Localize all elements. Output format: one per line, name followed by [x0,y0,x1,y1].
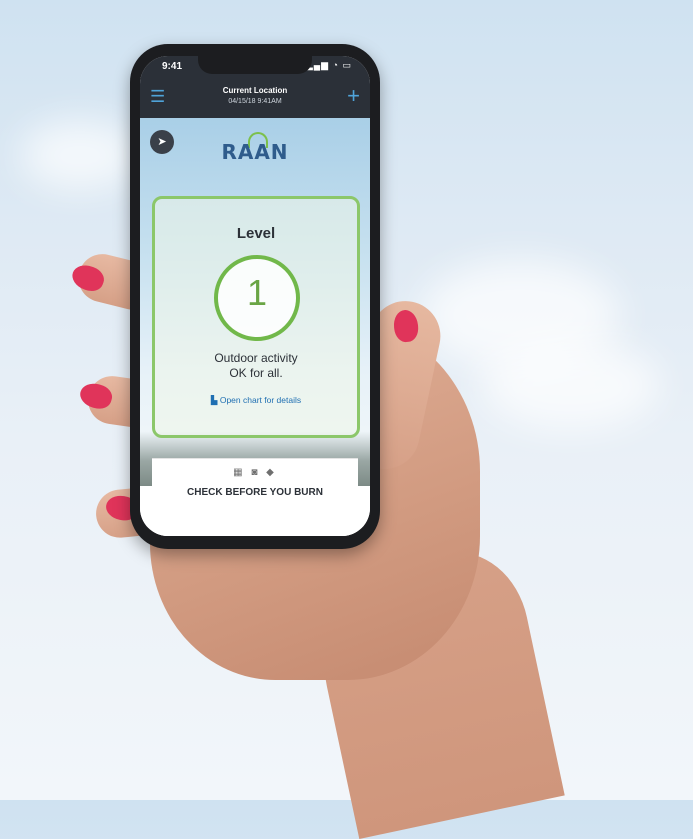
banner-icons: ▦ ◙ ◆ [233,467,277,478]
open-chart-label: Open chart for details [219,395,302,405]
phone-screen: 9:41 ▂▄▆ ◔ ▭ ☰ Current Location 04/15/18… [140,56,370,536]
message-line1: Outdoor activity [214,351,298,365]
app-header: ☰ Current Location 04/15/18 9:41AM + [140,78,370,118]
app-logo: RAAN [221,140,289,164]
open-chart-link[interactable]: ▙ Open chart for details [155,395,357,406]
home-indicator[interactable] [220,523,290,526]
air-quality-card: Level 1 Outdoor activity OK for all. ▙ O… [152,196,360,438]
chart-icon: ▙ [210,395,218,405]
banner-text: CHECK BEFORE YOU BURN [187,487,323,498]
cloud [20,120,140,190]
notch [198,56,312,74]
plus-icon[interactable]: + [347,83,360,109]
location-date: 04/15/18 9:41AM [228,98,282,105]
level-value: 1 [246,272,268,313]
status-time: 9:41 [162,61,183,72]
location-title: Current Location [222,86,288,95]
level-heading: Level [236,225,276,242]
level-ring: 1 [214,255,300,341]
phone: 9:41 ▂▄▆ ◔ ▭ ☰ Current Location 04/15/18… [130,44,380,549]
signal-icons: ▂▄▆ ◔ ▭ [305,60,352,70]
cloud [480,340,660,430]
message-line2: OK for all. [229,366,283,380]
activity-message: Outdoor activity OK for all. [155,351,357,381]
main-content: ➤ RAAN Level 1 Outdoor activity OK for a… [140,118,370,536]
